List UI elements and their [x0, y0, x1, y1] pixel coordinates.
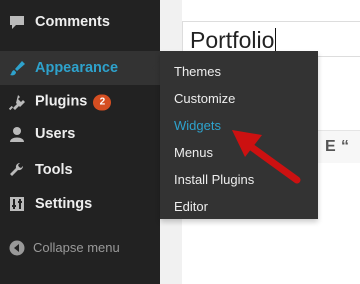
sidebar-item-label: Plugins: [35, 93, 88, 110]
submenu-item-editor[interactable]: Editor: [174, 199, 208, 214]
text-caret: [275, 28, 277, 52]
tools-wrench-icon: [8, 161, 26, 179]
sidebar-item-appearance[interactable]: Appearance: [0, 51, 160, 85]
collapse-arrow-icon: [9, 240, 25, 256]
collapse-menu-label: Collapse menu: [33, 240, 120, 255]
toolbar-blockquote-icon[interactable]: “: [341, 138, 349, 156]
update-count-badge: 2: [93, 94, 112, 111]
sidebar-item-label: Appearance: [35, 60, 119, 76]
submenu-item-menus[interactable]: Menus: [174, 145, 213, 160]
plugins-icon: [8, 93, 26, 111]
sidebar-item-comments[interactable]: Comments: [0, 5, 160, 39]
submenu-item-install-plugins[interactable]: Install Plugins: [174, 172, 254, 187]
appearance-submenu: Themes Customize Widgets Menus Install P…: [160, 51, 318, 219]
sidebar-item-label: Users: [35, 126, 76, 142]
sidebar-item-label: Settings: [35, 196, 93, 212]
sidebar-item-plugins[interactable]: Plugins 2: [0, 85, 160, 119]
toolbar-more-icon[interactable]: E: [325, 138, 336, 156]
submenu-item-themes[interactable]: Themes: [174, 64, 221, 79]
submenu-item-widgets[interactable]: Widgets: [174, 118, 221, 133]
users-icon: [8, 125, 26, 143]
sidebar-item-settings[interactable]: Settings: [0, 187, 160, 221]
appearance-brush-icon: [8, 59, 26, 77]
sidebar-item-users[interactable]: Users: [0, 117, 160, 151]
sidebar-item-tools[interactable]: Tools: [0, 153, 160, 187]
admin-sidebar: Comments Appearance Plugins 2 Users Tools…: [0, 0, 160, 284]
collapse-menu-button[interactable]: Collapse menu: [0, 233, 160, 263]
settings-icon: [8, 195, 26, 213]
comments-icon: [8, 13, 26, 31]
sidebar-item-label: Comments: [35, 14, 110, 30]
submenu-item-customize[interactable]: Customize: [174, 91, 235, 106]
sidebar-item-label: Tools: [35, 162, 73, 178]
post-title-text: Portfolio: [190, 27, 275, 53]
